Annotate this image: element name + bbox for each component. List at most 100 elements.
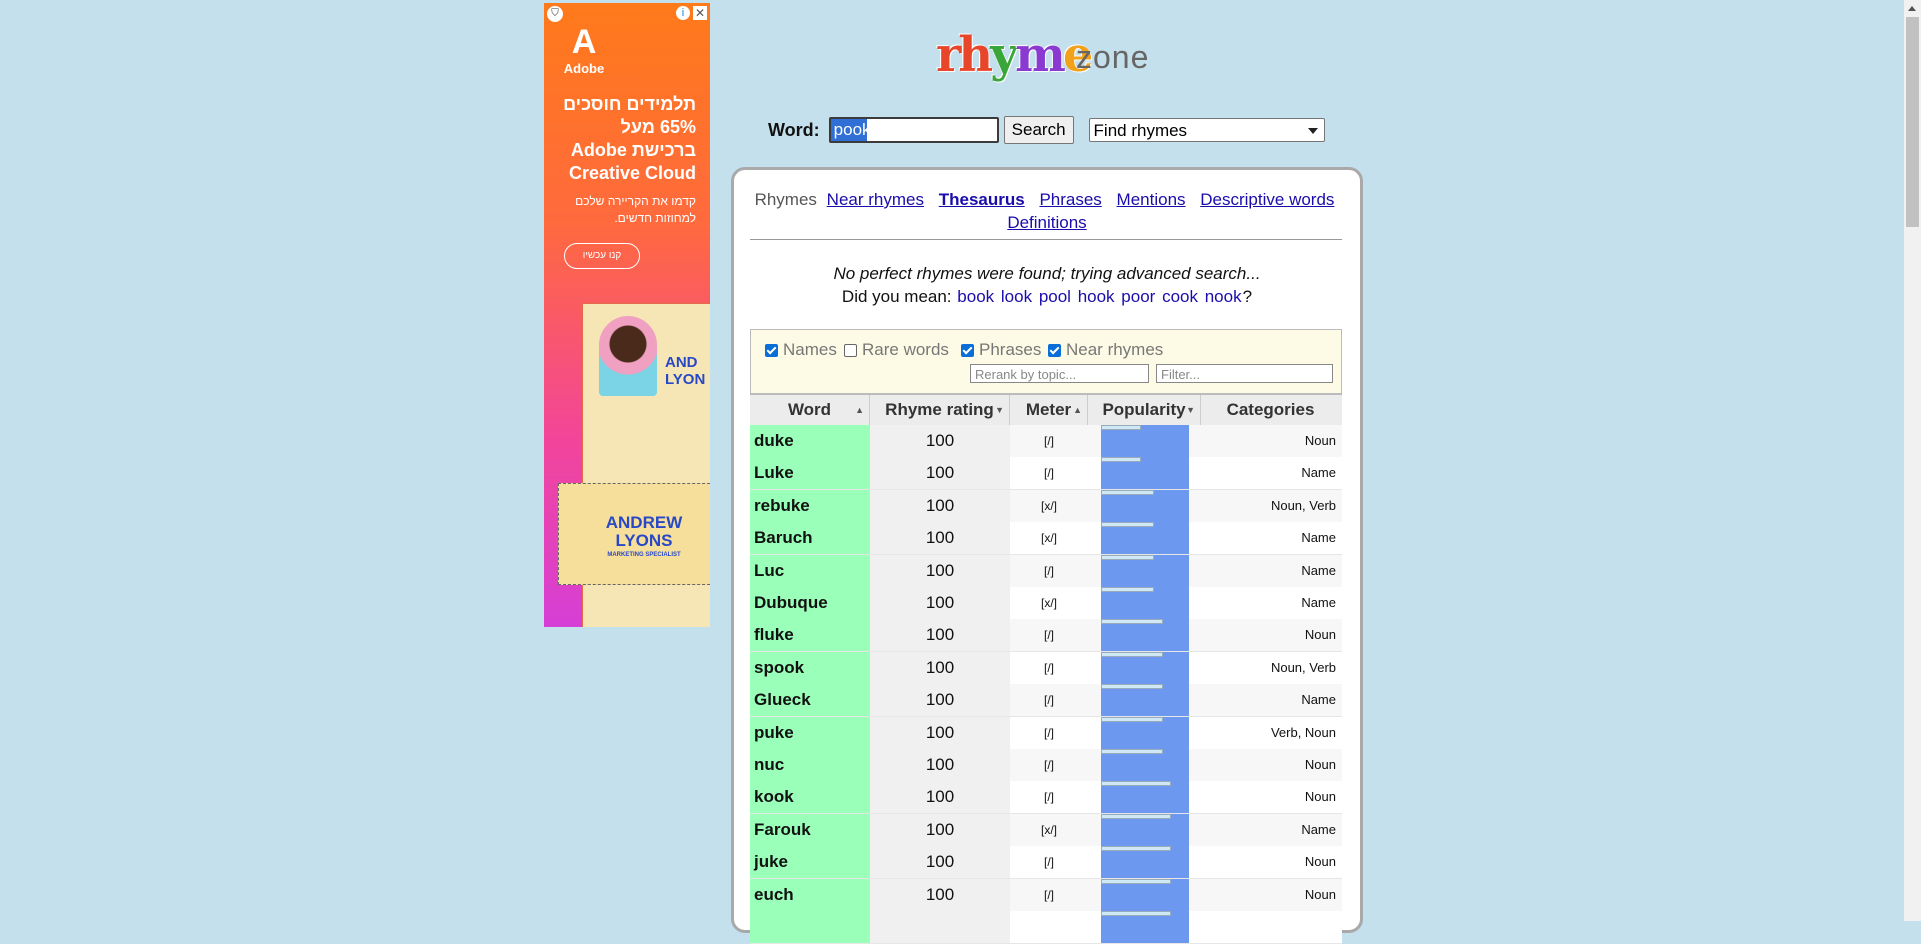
popularity-bar [1101,878,1189,911]
categories-cell: Noun, Verb [1270,659,1336,675]
word-cell[interactable]: kook [750,781,870,814]
meter-cell: [/] [1043,563,1054,578]
rating-cell: 100 [870,878,1010,911]
popularity-bar [1101,489,1189,522]
col-word[interactable]: Word ▲ [750,395,870,425]
word-cell[interactable]: rebuke [750,489,870,522]
checkbox-checked-icon[interactable] [1048,343,1061,357]
word-cell[interactable]: Glueck [750,684,870,717]
col-popularity[interactable]: Popularity ▼ [1088,395,1201,425]
popularity-bar [1101,846,1189,879]
ad-card2-name: ANDREW LYONS [605,513,683,550]
tab-mentions[interactable]: Mentions [1117,190,1186,209]
suggestion-link[interactable]: cook [1162,287,1198,306]
ad-cta-button[interactable]: קנו עכשיו [564,243,640,269]
filter-input[interactable]: Filter... [1156,364,1333,383]
tab-near-rhymes[interactable]: Near rhymes [827,190,924,209]
suggestion-link[interactable]: hook [1078,287,1115,306]
popularity-cell [1088,781,1201,814]
near-rhymes-label: Near rhymes [1066,340,1164,359]
search-mode-select[interactable]: Find rhymes [1088,118,1325,142]
popularity-bar [1101,684,1189,717]
search-button[interactable]: Search [1003,116,1074,144]
sort-asc-icon: ▲ [855,405,864,415]
col-categories[interactable]: Categories [1201,395,1340,425]
meter-cell [1010,911,1088,943]
table-row: fluke 100 [/] Noun [750,619,1342,653]
did-you-mean-label: Did you mean: [841,287,952,306]
logo-zone: zone [1076,39,1150,75]
result-message: No perfect rhymes were found; trying adv… [734,262,1360,308]
popularity-bar-fill [1101,619,1163,625]
near-rhymes-checkbox[interactable]: Near rhymes [1048,340,1163,360]
table-row: puke 100 [/] Verb, Noun [750,716,1342,750]
meter-cell: [/] [1043,660,1054,675]
tab-thesaurus[interactable]: Thesaurus [939,190,1025,209]
phrases-checkbox[interactable]: Phrases [961,340,1041,360]
popularity-cell [1088,619,1201,652]
scroll-up-icon[interactable] [1904,0,1921,17]
word-cell[interactable]: Luc [750,554,870,587]
table-row: Dubuque 100 [x/] Name [750,587,1342,620]
popularity-bar [1101,587,1189,619]
suggestion-link[interactable]: pool [1039,287,1071,306]
vertical-scrollbar[interactable] [1904,0,1921,921]
popularity-cell [1088,587,1201,619]
suggestion-link[interactable]: look [1001,287,1032,306]
suggestion-link[interactable]: book [957,287,994,306]
popularity-bar [1101,781,1189,814]
word-label: Word: [768,119,820,140]
suggestion-link[interactable]: poor [1121,287,1155,306]
ad-subtext: קדמו את הקריירה שלכם למחוזות חדשים. [575,194,696,225]
rare-words-checkbox[interactable]: Rare words [844,340,949,360]
scroll-thumb[interactable] [1906,17,1919,227]
close-ad-icon[interactable]: ✕ [693,6,707,20]
tab-descriptive-words[interactable]: Descriptive words [1200,190,1334,209]
checkbox-checked-icon[interactable] [961,343,974,357]
table-row [750,911,1342,944]
word-cell[interactable]: Dubuque [750,587,870,619]
ad-card2-sub: MARKETING SPECIALIST [607,552,681,558]
ad-brand: Adobe [563,61,605,76]
checkbox-unchecked-icon[interactable] [844,343,857,357]
advertisement[interactable]: ⛉ i ✕ A Adobe תלמידים חוסכים 65% מעל ברכ… [544,3,710,627]
col-popularity-label: Popularity [1102,400,1186,419]
filter-box: Names Rare words Phrases Near rhymes Rer… [750,329,1342,394]
categories-cell: Name [1301,692,1336,708]
meter-cell: [/] [1043,855,1054,870]
categories-cell: Name [1301,595,1336,610]
tab-definitions[interactable]: Definitions [1007,213,1086,232]
word-cell[interactable]: Luke [750,457,870,490]
search-input[interactable] [828,117,999,143]
meter-cell: [/] [1043,887,1054,902]
popularity-bar-fill [1101,457,1141,463]
col-meter[interactable]: Meter ▲ [1010,395,1088,425]
popularity-bar-fill [1101,684,1163,690]
col-rating[interactable]: Rhyme rating ▼ [870,395,1010,425]
word-cell[interactable]: Baruch [750,522,870,555]
word-cell[interactable] [750,911,870,943]
popularity-cell [1088,749,1201,781]
adchoices-icon[interactable]: ⛉ [547,6,563,22]
word-cell[interactable]: fluke [750,619,870,652]
word-cell[interactable]: puke [750,716,870,749]
info-icon[interactable]: i [676,6,690,20]
word-cell[interactable]: duke [750,425,870,457]
suggestion-link[interactable]: nook [1205,287,1242,306]
word-cell[interactable]: nuc [750,749,870,781]
word-cell[interactable]: juke [750,846,870,879]
popularity-bar [1101,716,1189,749]
popularity-bar-fill [1101,425,1141,430]
checkbox-checked-icon[interactable] [765,343,778,357]
tab-phrases[interactable]: Phrases [1039,190,1101,209]
rhymezone-logo[interactable]: rhyme zone [936,25,1156,90]
no-results-message: No perfect rhymes were found; trying adv… [833,264,1261,283]
popularity-bar [1101,911,1189,943]
names-checkbox[interactable]: Names [765,340,837,360]
popularity-bar [1101,554,1189,587]
word-cell[interactable]: euch [750,878,870,911]
word-cell[interactable]: Farouk [750,813,870,846]
popularity-bar-fill [1101,522,1154,528]
rerank-input[interactable]: Rerank by topic... [970,364,1149,383]
word-cell[interactable]: spook [750,651,870,684]
